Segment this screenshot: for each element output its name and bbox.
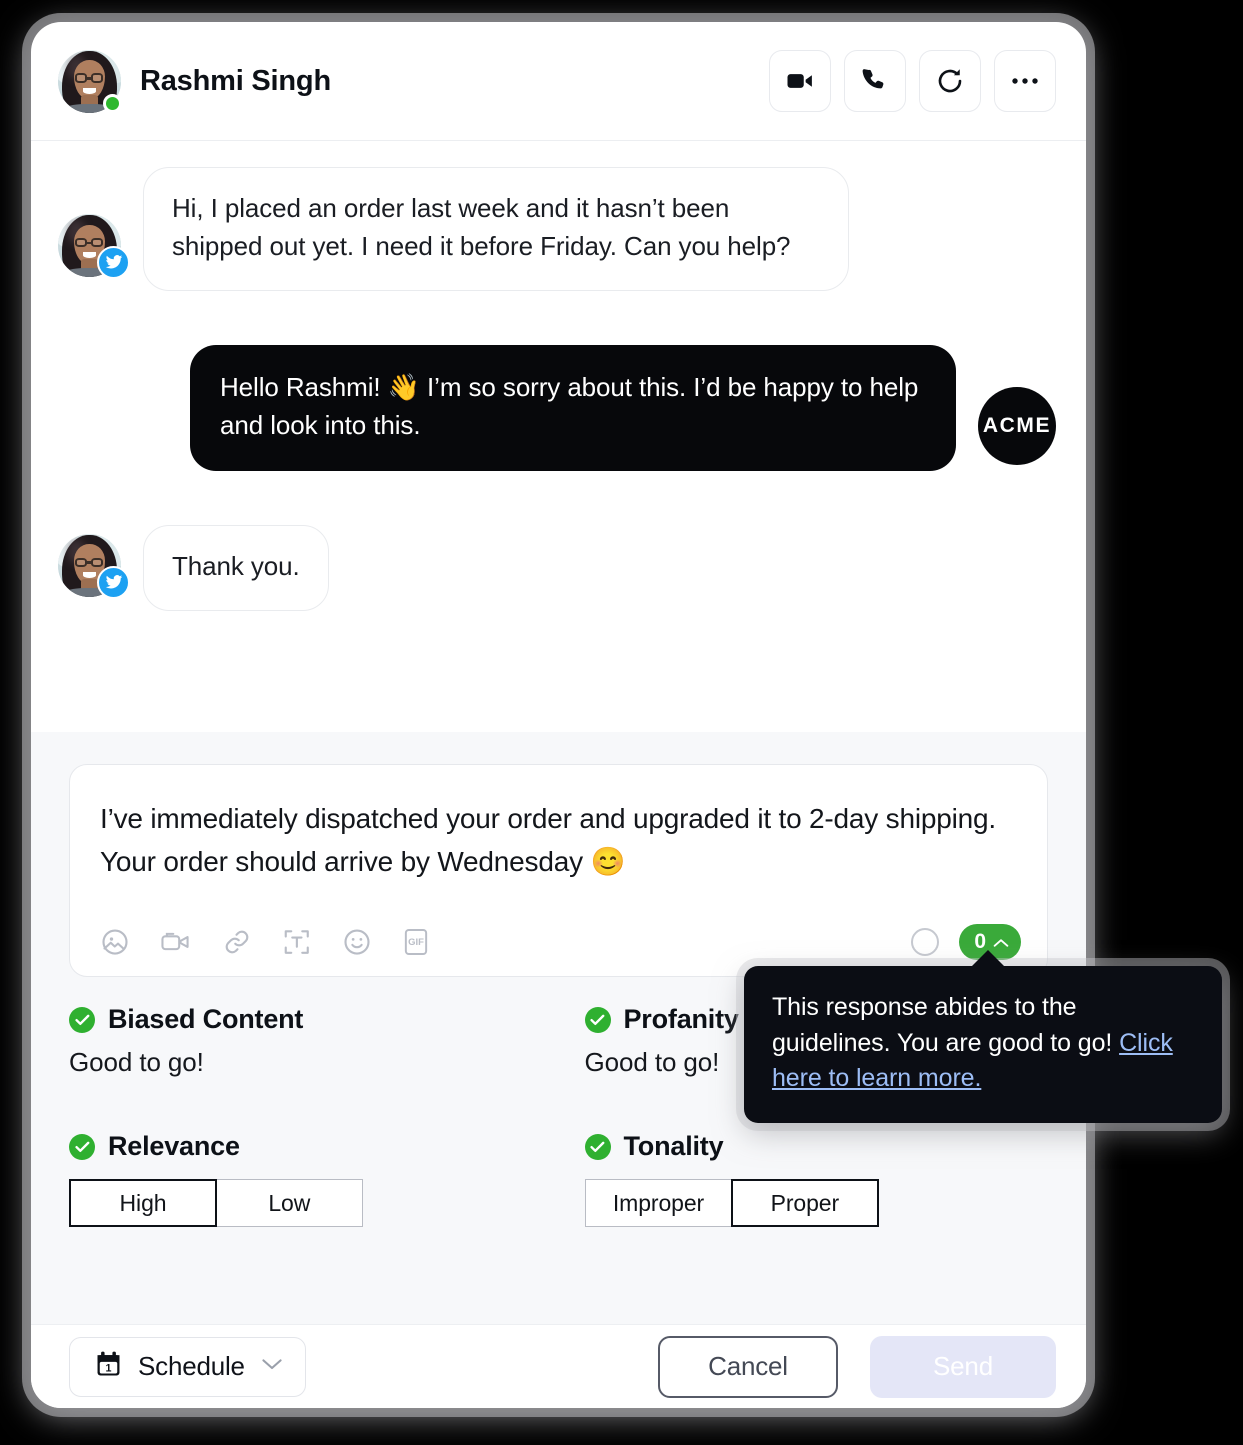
check-header: Tonality (584, 1131, 1029, 1162)
check-biased-content: Biased Content Good to go! (69, 1004, 559, 1078)
calendar-icon: 1 (95, 1350, 122, 1383)
conversation-header: Rashmi Singh (31, 22, 1086, 141)
more-options-icon (1010, 76, 1040, 86)
online-status-dot (103, 93, 122, 113)
check-header: Biased Content (69, 1004, 539, 1035)
message-bubble-incoming: Thank you. (143, 524, 329, 611)
gif-icon[interactable]: GIF (402, 927, 430, 957)
tooltip-message: This response abides to the guidelines. … (772, 993, 1120, 1057)
emoji-icon[interactable] (342, 927, 372, 957)
svg-text:GIF: GIF (408, 937, 424, 948)
message-avatar (58, 533, 130, 599)
progress-ring-icon (911, 928, 940, 956)
contact-name: Rashmi Singh (140, 64, 331, 97)
relevance-option-high[interactable]: High (69, 1179, 217, 1227)
footer-actions: Cancel Send (658, 1335, 1056, 1398)
message-thread: Hi, I placed an order last week and it h… (31, 141, 1086, 732)
refresh-button[interactable] (919, 50, 981, 112)
composer-tools: GIF (100, 927, 430, 957)
check-title: Relevance (108, 1131, 240, 1161)
tooltip-text: This response abides to the guidelines. … (772, 990, 1194, 1097)
schedule-button[interactable]: 1 Schedule (69, 1336, 306, 1397)
check-title: Profanity (623, 1004, 739, 1034)
text-format-icon[interactable] (282, 927, 312, 957)
header-actions (769, 50, 1056, 112)
check-title: Biased Content (108, 1004, 304, 1034)
check-row-bottom: Relevance High Low Tonality Improper Pro… (69, 1131, 1048, 1227)
message-bubble-incoming: Hi, I placed an order last week and it h… (143, 167, 849, 291)
tooltip-arrow-icon (971, 950, 1005, 967)
header-contact: Rashmi Singh (58, 49, 331, 113)
message-row-incoming-2: Thank you. (58, 524, 1056, 611)
message-row-outgoing-1: Hello Rashmi! 👋 I’m so sorry about this.… (58, 344, 1056, 471)
tonality-segmented-control: Improper Proper (584, 1179, 879, 1227)
guideline-tooltip: This response abides to the guidelines. … (744, 950, 1222, 1123)
twitter-channel-icon (97, 565, 130, 599)
phone-call-button[interactable] (844, 50, 906, 112)
check-relevance: Relevance High Low (69, 1131, 559, 1227)
check-title: Tonality (623, 1131, 724, 1161)
video-call-icon (785, 66, 815, 96)
check-circle-icon (69, 1133, 95, 1160)
check-tonality: Tonality Improper Proper (559, 1131, 1049, 1227)
tonality-option-proper[interactable]: Proper (730, 1179, 879, 1227)
check-circle-icon (69, 1006, 95, 1033)
tonality-option-improper[interactable]: Improper (584, 1179, 733, 1227)
screenshot-root: Rashmi Singh Hi, I placed an order last … (0, 0, 1243, 1445)
reply-composer[interactable]: I’ve immediately dispatched your order a… (69, 764, 1048, 977)
twitter-channel-icon (97, 245, 130, 279)
check-status: Good to go! (69, 1047, 204, 1077)
check-circle-icon (584, 1006, 611, 1033)
contact-avatar[interactable] (58, 49, 122, 113)
phone-call-icon (861, 67, 889, 95)
send-button[interactable]: Send (870, 1335, 1056, 1398)
cancel-button[interactable]: Cancel (658, 1335, 838, 1398)
brand-avatar: ACME (978, 386, 1056, 465)
message-row-incoming-1: Hi, I placed an order last week and it h… (58, 167, 1056, 291)
chevron-down-icon (261, 1357, 283, 1376)
link-icon[interactable] (222, 927, 252, 957)
conversation-card: Rashmi Singh Hi, I placed an order last … (31, 22, 1086, 1408)
schedule-label: Schedule (138, 1351, 245, 1381)
calendar-day-number: 1 (106, 1363, 112, 1375)
composer-toolbar: GIF 0 (100, 924, 1021, 960)
check-header: Relevance (69, 1131, 539, 1162)
relevance-option-low[interactable]: Low (215, 1179, 364, 1227)
image-icon[interactable] (100, 927, 130, 957)
message-avatar (58, 213, 130, 279)
relevance-segmented-control: High Low (69, 1179, 364, 1227)
refresh-icon (935, 66, 965, 96)
video-call-button[interactable] (769, 50, 831, 112)
more-options-button[interactable] (994, 50, 1056, 112)
video-icon[interactable] (160, 927, 192, 957)
composer-footer: 1 Schedule Cancel Send (31, 1324, 1086, 1408)
check-circle-icon (584, 1133, 611, 1160)
message-bubble-outgoing: Hello Rashmi! 👋 I’m so sorry about this.… (190, 344, 956, 471)
reply-textarea[interactable]: I’ve immediately dispatched your order a… (100, 797, 1019, 884)
